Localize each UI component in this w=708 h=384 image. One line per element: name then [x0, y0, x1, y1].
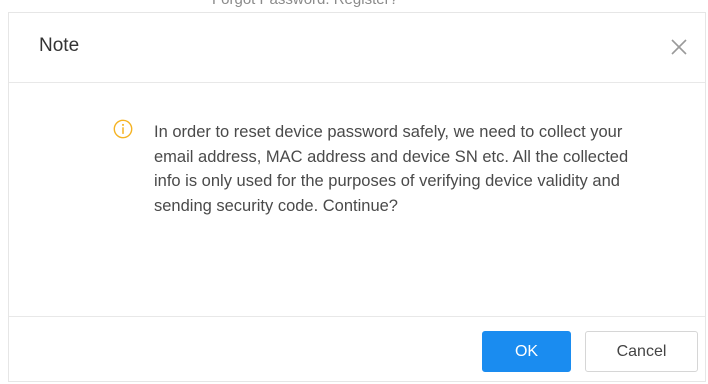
dialog-title: Note — [39, 35, 80, 56]
dialog-footer: OK Cancel — [9, 316, 705, 383]
ok-button[interactable]: OK — [482, 331, 571, 372]
background-forgot-password-link: Forgot Password. Register? — [212, 0, 398, 8]
dialog-body: In order to reset device password safely… — [9, 83, 705, 316]
info-icon — [113, 119, 133, 139]
dialog-header: Note — [9, 13, 705, 83]
cancel-button[interactable]: Cancel — [585, 331, 698, 372]
dialog-message: In order to reset device password safely… — [154, 123, 629, 215]
close-button[interactable] — [667, 35, 691, 59]
background-page-strip: Forgot Password. Register? — [0, 0, 708, 12]
close-icon — [671, 39, 687, 55]
page: Forgot Password. Register? Note In order… — [0, 0, 708, 384]
note-dialog: Note In order to reset device password s… — [8, 12, 706, 382]
